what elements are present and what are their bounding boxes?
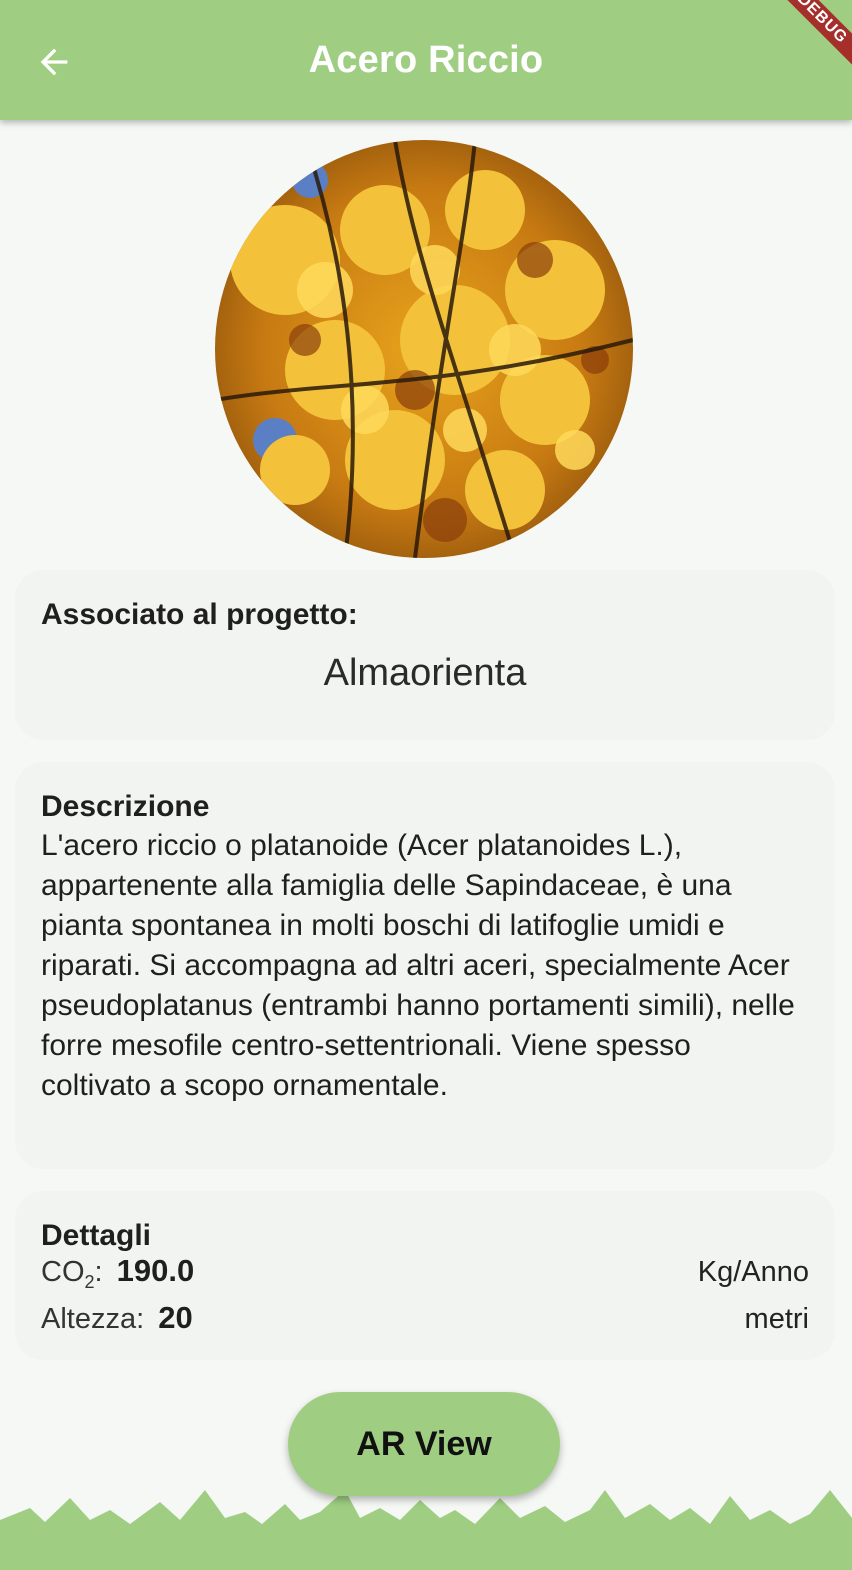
arrow-left-icon xyxy=(40,48,68,76)
co2-row: CO2: 190.0 Kg/Anno xyxy=(41,1253,809,1300)
ar-view-button[interactable]: AR View xyxy=(288,1392,560,1496)
app-bar: Acero Riccio xyxy=(0,0,852,120)
project-label: Associato al progetto: xyxy=(41,598,358,631)
height-unit: metri xyxy=(744,1302,809,1335)
page-title: Acero Riccio xyxy=(308,38,544,81)
co2-value: 190.0 xyxy=(116,1253,195,1288)
height-row: Altezza: 20 metri xyxy=(41,1300,809,1337)
details-label: Dettagli xyxy=(41,1219,152,1252)
description-text: L'acero riccio o platanoide (Acer platan… xyxy=(41,829,795,1102)
details-card: Dettagli CO2: 190.0 Kg/Anno Altezza: 20 … xyxy=(15,1191,835,1360)
description-label: Descrizione xyxy=(41,790,210,823)
back-button[interactable] xyxy=(28,36,80,88)
height-label: Altezza: xyxy=(41,1302,145,1335)
description-card: Descrizione L'acero riccio o platanoide … xyxy=(15,762,835,1169)
co2-label: CO2: xyxy=(41,1256,103,1292)
co2-unit: Kg/Anno xyxy=(697,1256,809,1288)
project-card: Associato al progetto: Almaorienta xyxy=(15,570,835,740)
grass-decoration xyxy=(0,1490,852,1570)
height-value: 20 xyxy=(158,1299,193,1335)
tree-photo xyxy=(215,140,633,558)
project-name: Almaorienta xyxy=(323,652,527,694)
